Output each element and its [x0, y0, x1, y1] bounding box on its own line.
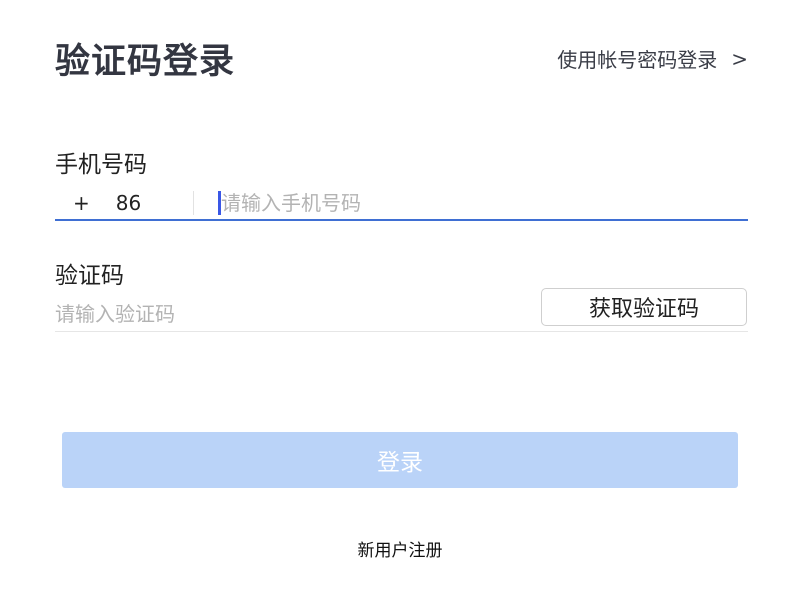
verification-code-input[interactable]	[55, 300, 505, 328]
country-code-number: 86	[115, 190, 142, 215]
verification-code-row: 获取验证码	[55, 286, 748, 332]
login-button[interactable]: 登录	[62, 432, 738, 488]
switch-to-password-login-link[interactable]: 使用帐号密码登录 >	[557, 44, 748, 73]
country-code-selector[interactable]: + 86	[55, 191, 193, 215]
new-user-register-link[interactable]: 新用户注册	[0, 536, 800, 561]
country-code-divider	[193, 190, 194, 215]
switch-login-label: 使用帐号密码登录	[557, 48, 718, 72]
phone-label: 手机号码	[55, 152, 147, 178]
verification-code-label: 验证码	[55, 263, 124, 289]
get-verification-code-button[interactable]: 获取验证码	[541, 288, 747, 326]
phone-input[interactable]	[221, 187, 748, 218]
login-page: 验证码登录 使用帐号密码登录 > 手机号码 + 86 验证码 获取验证码 登录 …	[0, 0, 800, 600]
country-code-plus: +	[73, 190, 90, 215]
page-title: 验证码登录	[55, 42, 236, 82]
phone-field-row: + 86	[55, 186, 748, 221]
chevron-right-icon: >	[731, 46, 748, 71]
